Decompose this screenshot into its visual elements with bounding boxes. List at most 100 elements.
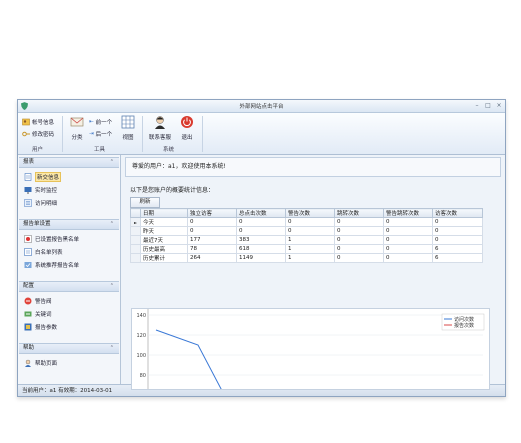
table-cell: 264 <box>187 253 237 263</box>
current-row-indicator: ► <box>130 217 141 227</box>
list-icon <box>24 199 32 207</box>
keyword-icon <box>24 311 32 317</box>
table-row[interactable]: 昨天 0 0 0 0 0 0 <box>130 226 483 236</box>
power-icon <box>181 116 193 128</box>
summary-heading: 以下是您账户的概要统计信息： <box>130 187 215 194</box>
arrow-left-icon: ⇤ <box>89 118 94 125</box>
table-cell: 最近7天 <box>140 235 188 245</box>
table-cell: 1 <box>285 244 335 254</box>
close-button[interactable]: × <box>495 102 503 109</box>
sidebar-item-help-page[interactable]: 帮助页面 <box>24 358 57 368</box>
column-header[interactable]: 总点击次数 <box>236 208 286 218</box>
table-cell: 0 <box>236 217 286 227</box>
column-header[interactable]: 独立访客 <box>187 208 237 218</box>
table-row[interactable]: 最近7天 177 383 1 0 0 0 <box>130 235 483 245</box>
collapse-icon: ⌃ <box>109 221 114 227</box>
table-cell: 0 <box>236 226 286 236</box>
column-header[interactable]: 警告次数 <box>285 208 335 218</box>
row-indicator <box>130 226 141 236</box>
series-line <box>155 329 222 389</box>
recommend-icon <box>24 262 32 268</box>
ribbon-separator <box>142 116 143 152</box>
document-icon <box>24 173 32 181</box>
table-cell: 383 <box>236 235 286 245</box>
refresh-button[interactable]: 刷新 <box>130 197 160 208</box>
ribbon-toolbar: 帐号信息 修改密码 用户 分类 ⇤ 前一个 ⇥ 后一个 工具 视图 联系客服 退… <box>18 113 505 155</box>
table-row[interactable]: ► 今天 0 0 0 0 0 0 <box>130 217 483 227</box>
sidebar-item-whitelist[interactable]: 白名单列表 <box>24 247 63 257</box>
table-header-row: 日期 独立访客 总点击次数 警告次数 跳转次数 警告跳转次数 访客次数 <box>130 208 483 218</box>
sidebar-item-blacklist[interactable]: 已设置报告黑名单 <box>24 234 79 244</box>
visits-chart: 140120100806040访问次数报告次数 <box>131 308 490 390</box>
sidebar-item-access-details[interactable]: 访问明细 <box>24 198 57 208</box>
sidebar-section-help[interactable]: 帮助 ⌃ <box>19 343 119 354</box>
table-row[interactable]: 历史累计 264 1149 1 0 0 6 <box>130 253 483 263</box>
y-tick-label: 100 <box>136 353 146 359</box>
table-cell: 1149 <box>236 253 286 263</box>
help-agent-icon <box>25 359 31 367</box>
table-cell: 0 <box>285 226 335 236</box>
category-button[interactable]: 分类 <box>64 115 90 141</box>
column-header[interactable]: 警告跳转次数 <box>383 208 433 218</box>
previous-button[interactable]: ⇤ 前一个 <box>89 117 112 126</box>
group-label-tools: 工具 <box>94 147 106 153</box>
welcome-banner: 尊爱的用户：a1，欢迎使用本系统! <box>125 157 501 177</box>
table-cell: 0 <box>432 226 483 236</box>
table-cell: 6 <box>432 244 483 254</box>
table-cell: 0 <box>432 217 483 227</box>
sidebar-item-warning-threshold[interactable]: 警告阀 <box>24 296 52 306</box>
column-header[interactable]: 日期 <box>140 208 188 218</box>
minimize-button[interactable]: – <box>473 102 481 109</box>
table-cell: 1 <box>285 235 335 245</box>
block-list-icon <box>24 235 32 243</box>
stats-table: 日期 独立访客 总点击次数 警告次数 跳转次数 警告跳转次数 访客次数 ► 今天… <box>130 208 483 263</box>
row-indicator <box>130 244 141 254</box>
maximize-button[interactable]: □ <box>484 102 492 109</box>
sidebar-section-report-settings[interactable]: 报告单设置 ⌃ <box>19 219 119 230</box>
table-cell: 0 <box>334 253 384 263</box>
table-cell: 历史最高 <box>140 244 188 254</box>
table-cell: 0 <box>383 217 433 227</box>
user-card-icon <box>22 118 30 125</box>
table-cell: 0 <box>285 217 335 227</box>
sidebar-item-keywords[interactable]: 关键词 <box>24 309 52 319</box>
table-cell: 0 <box>383 235 433 245</box>
next-button[interactable]: ⇥ 后一个 <box>89 129 112 138</box>
y-tick-label: 140 <box>136 313 146 319</box>
collapse-icon: ⌃ <box>109 283 114 289</box>
sidebar-section-reports[interactable]: 报表 ⌃ <box>19 157 119 168</box>
table-cell: 今天 <box>140 217 188 227</box>
arrow-right-icon: ⇥ <box>89 130 94 137</box>
table-cell: 0 <box>383 253 433 263</box>
grid-view-icon <box>121 115 135 129</box>
group-label-system: 系统 <box>163 147 175 153</box>
row-indicator <box>130 235 141 245</box>
monitor-icon <box>24 187 32 194</box>
account-info-button[interactable]: 帐号信息 <box>22 117 54 126</box>
table-cell: 618 <box>236 244 286 254</box>
table-cell: 0 <box>383 244 433 254</box>
table-cell: 昨天 <box>140 226 188 236</box>
collapse-icon: ⌃ <box>109 159 114 165</box>
column-header[interactable]: 访客次数 <box>432 208 483 218</box>
change-password-button[interactable]: 修改密码 <box>22 129 54 138</box>
sidebar-item-new-info[interactable]: 新交信息 <box>24 172 62 182</box>
collapse-icon: ⌃ <box>109 345 114 351</box>
table-cell: 0 <box>334 235 384 245</box>
sidebar-section-config[interactable]: 配置 ⌃ <box>19 281 119 292</box>
table-cell: 0 <box>334 244 384 254</box>
contact-support-button[interactable]: 联系客服 <box>145 115 175 141</box>
table-cell: 78 <box>187 244 237 254</box>
sidebar-item-monitor[interactable]: 实时监控 <box>24 185 57 195</box>
sidebar-item-recommended-list[interactable]: 系统推荐报告名单 <box>24 260 79 270</box>
settings-icon <box>24 323 32 331</box>
view-button[interactable]: 视图 <box>115 115 141 141</box>
exit-button[interactable]: 退出 <box>174 115 200 141</box>
group-label-user: 用户 <box>32 147 44 153</box>
column-header[interactable]: 跳转次数 <box>334 208 384 218</box>
sidebar-item-report-params[interactable]: 报告参数 <box>24 322 57 332</box>
table-row[interactable]: 历史最高 78 618 1 0 0 6 <box>130 244 483 254</box>
warning-icon <box>24 297 32 305</box>
sidebar: 报表 ⌃ 新交信息 实时监控 访问明细 报告单设置 ⌃ 已设置报告黑名单 白名单列表… <box>18 155 121 384</box>
support-agent-icon <box>155 116 165 129</box>
